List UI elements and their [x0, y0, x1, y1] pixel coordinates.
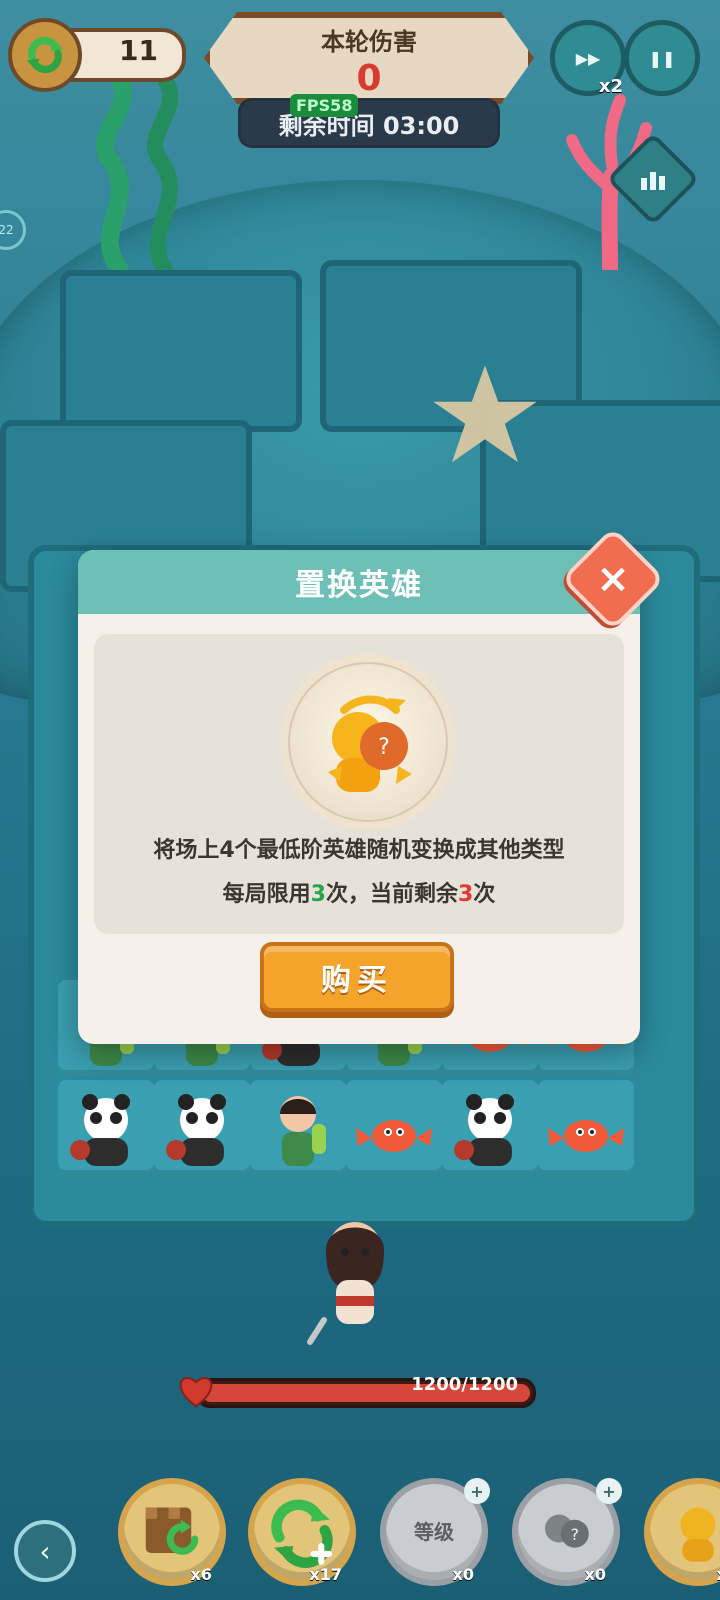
board-cell[interactable]	[250, 1080, 346, 1176]
dialog-content: ? 将场上4个最低阶英雄随机变换成其他类型 每局限用3次，当前剩余3次	[94, 634, 624, 934]
red-fish-icon	[356, 1120, 432, 1152]
remaining-value: 3	[458, 882, 474, 907]
panda-warrior-icon	[70, 1094, 130, 1166]
player-health: 1200/1200	[176, 1370, 536, 1410]
speed-multiplier: x2	[598, 76, 623, 97]
swap-hero-icon: ?	[545, 1514, 589, 1548]
dialog-header: 置换英雄	[78, 550, 640, 614]
buy-label: 购买	[321, 963, 393, 998]
back-button[interactable]: ‹	[14, 1520, 76, 1582]
refresh-item[interactable]: x17	[248, 1478, 356, 1586]
limit-prefix: 每局限用	[222, 882, 311, 907]
refresh-plus-icon	[271, 1499, 333, 1568]
health-text: 1200/1200	[411, 1374, 518, 1395]
svg-text:?: ?	[378, 735, 390, 760]
hero-silhouette-icon	[680, 1507, 716, 1562]
round-damage-panel: 本轮伤害 0	[204, 12, 534, 104]
hero-item-count: x6	[717, 1565, 720, 1584]
girl-fighter-icon	[280, 1096, 326, 1166]
dialog-title: 置换英雄	[295, 568, 423, 603]
svg-text:?: ?	[571, 1525, 579, 1544]
level-item-count: x0	[452, 1565, 474, 1584]
close-icon: ×	[596, 556, 630, 602]
round-damage-title: 本轮伤害	[321, 28, 417, 56]
refresh-counter: 11	[8, 18, 186, 92]
level-item-label: 等级	[414, 1520, 454, 1544]
board-reset-count: x6	[190, 1565, 212, 1584]
bar-chart-icon	[624, 150, 682, 208]
refresh-icon[interactable]	[8, 18, 82, 92]
refresh-item-count: x17	[309, 1565, 342, 1584]
floor-tile	[60, 270, 302, 432]
limit-middle: 次，当前剩余	[325, 882, 458, 907]
swap-skill-icon: ?	[280, 654, 456, 830]
bottom-toolbar: ‹ x6 x17 等级 + x0 ? + x0	[0, 1440, 720, 1600]
red-fish-icon	[548, 1120, 624, 1152]
limit-value: 3	[310, 882, 326, 907]
speed-button[interactable]: ▶▶ x2	[550, 20, 626, 97]
player-hero	[300, 1210, 410, 1350]
limit-suffix: 次	[473, 882, 496, 907]
replace-hero-dialog: 置换英雄 × ? 将场上4个最低阶英雄随机变换成其他类型 每局限用3次，当前剩余…	[78, 526, 666, 1044]
panda-warrior-icon	[454, 1094, 514, 1166]
board-cell[interactable]	[58, 1080, 154, 1176]
board-reset-icon	[145, 1507, 199, 1555]
round-damage-value: 0	[356, 58, 382, 99]
dialog-limit-text: 每局限用3次，当前剩余3次	[94, 876, 624, 908]
chevron-left-icon: ‹	[39, 1534, 51, 1568]
swap-item-count: x0	[584, 1565, 606, 1584]
seaweed-decoration	[95, 80, 179, 270]
fps-indicator: FPS58	[290, 94, 359, 117]
board-cell[interactable]	[154, 1080, 250, 1176]
board-cell[interactable]	[346, 1080, 442, 1176]
refresh-icon-svg	[26, 36, 64, 74]
heart-icon	[179, 1377, 213, 1408]
board-cell[interactable]	[442, 1080, 538, 1176]
pause-icon: ❚❚	[648, 48, 676, 68]
bar-chart-icon-svg	[641, 172, 665, 190]
board-reset-item[interactable]: x6	[118, 1478, 226, 1586]
player-hero-icon	[307, 1222, 384, 1345]
swap-item[interactable]: ? + x0	[512, 1478, 622, 1586]
plus-icon[interactable]: +	[596, 1478, 622, 1504]
plus-icon[interactable]: +	[464, 1478, 490, 1504]
buy-button[interactable]: 购买	[260, 942, 454, 1012]
dialog-description: 将场上4个最低阶英雄随机变换成其他类型	[153, 838, 565, 863]
remaining-time: 剩余时间 03:00	[238, 98, 500, 148]
refresh-count: 11	[119, 34, 158, 67]
swap-skill-illustration: ?	[328, 695, 412, 792]
pause-button[interactable]: ❚❚	[624, 20, 700, 96]
fast-forward-icon: ▶▶	[575, 48, 601, 68]
level-item[interactable]: 等级 + x0	[380, 1478, 490, 1586]
starfish-decoration	[433, 365, 537, 463]
panda-warrior-icon	[166, 1094, 226, 1166]
side-badge: 22	[0, 210, 26, 250]
hero-item[interactable]: x6	[644, 1478, 720, 1586]
board-cell[interactable]	[538, 1080, 634, 1176]
